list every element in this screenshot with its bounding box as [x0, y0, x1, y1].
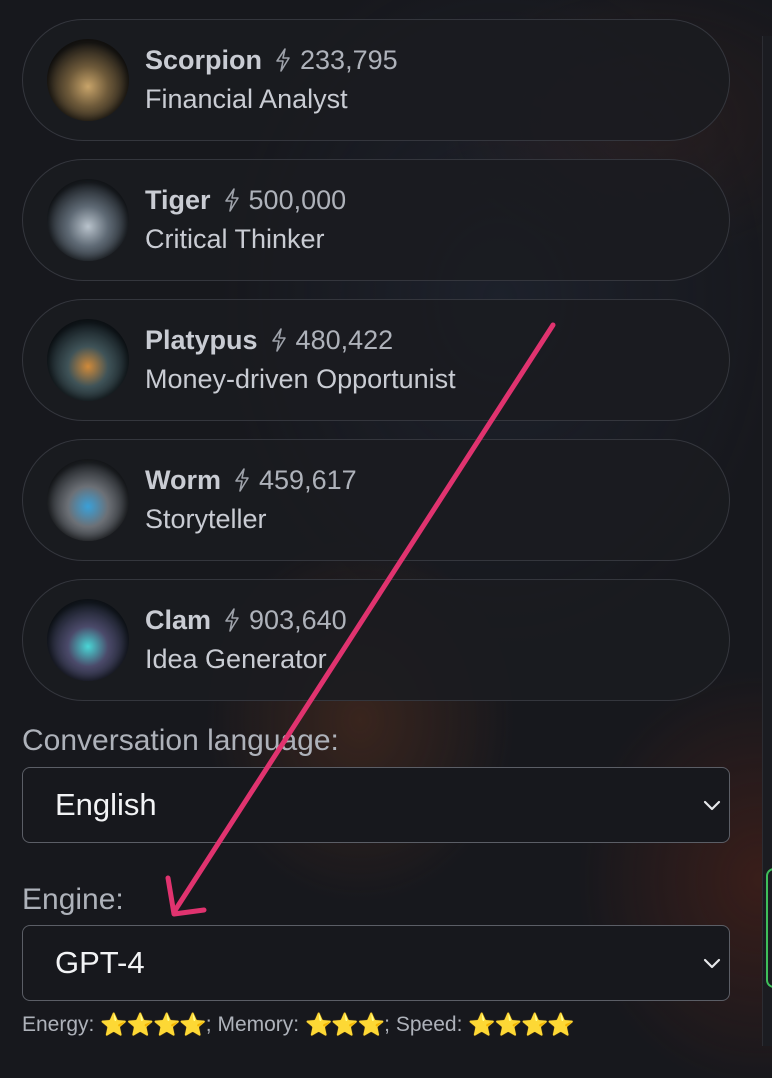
agent-name: Scorpion — [145, 45, 263, 75]
chevron-down-icon — [703, 958, 721, 969]
lightning-bolt-icon — [224, 188, 239, 212]
engine-select[interactable]: GPT-4 — [22, 925, 730, 1001]
agent-energy: 903,640 — [249, 605, 347, 635]
memory-stars: ⭐⭐⭐ — [304, 1012, 385, 1037]
agent-energy: 233,795 — [300, 45, 398, 75]
agent-name: Tiger — [145, 185, 211, 215]
agent-card-tiger[interactable]: Tiger 500,000 Critical Thinker — [22, 159, 730, 281]
engine-stats: Energy: ⭐⭐⭐⭐ ; Memory: ⭐⭐⭐ ; Speed: ⭐⭐⭐⭐ — [22, 1012, 575, 1038]
agent-energy: 459,617 — [259, 465, 357, 495]
speed-stat-label: ; Speed: — [384, 1013, 469, 1036]
agent-energy: 480,422 — [295, 325, 394, 355]
energy-stat-label: Energy: — [22, 1013, 101, 1036]
agent-role: Money-driven Opportunist — [145, 364, 456, 394]
language-label: Conversation language: — [22, 724, 339, 757]
agent-avatar — [47, 179, 129, 261]
engine-selected-value: GPT-4 — [55, 945, 145, 980]
memory-stat-label: ; Memory: — [205, 1013, 305, 1036]
agent-role: Critical Thinker — [145, 224, 325, 254]
lightning-bolt-icon — [235, 468, 249, 492]
agent-role: Idea Generator — [145, 644, 327, 674]
right-edge-highlight — [766, 868, 772, 988]
agent-role: Storyteller — [145, 504, 267, 534]
agent-energy: 500,000 — [248, 185, 347, 215]
language-selected-value: English — [55, 787, 157, 822]
agent-card-worm[interactable]: Worm 459,617 Storyteller — [22, 439, 730, 561]
energy-stars: ⭐⭐⭐⭐ — [100, 1012, 207, 1037]
agent-role: Financial Analyst — [145, 84, 348, 114]
annotation-arrow-head — [165, 875, 207, 917]
agent-avatar — [47, 39, 129, 121]
agent-avatar — [47, 319, 129, 401]
language-select[interactable]: English — [22, 767, 730, 843]
lightning-bolt-icon — [276, 48, 290, 72]
agent-card-platypus[interactable]: Platypus 480,422 Money-driven Opportunis… — [22, 299, 730, 421]
agent-card-scorpion[interactable]: Scorpion 233,795 Financial Analyst — [22, 19, 730, 141]
agent-card-clam[interactable]: Clam 903,640 Idea Generator — [22, 579, 730, 701]
chevron-down-icon — [703, 800, 721, 811]
agent-name: Platypus — [145, 325, 258, 355]
agent-name: Worm — [145, 465, 222, 495]
engine-label: Engine: — [22, 883, 124, 916]
agent-list: Scorpion 233,795 Financial Analyst Tiger… — [22, 19, 730, 719]
agent-avatar — [47, 599, 129, 681]
speed-stars: ⭐⭐⭐⭐ — [468, 1012, 575, 1037]
lightning-bolt-icon — [225, 608, 239, 632]
agent-avatar — [47, 459, 129, 541]
lightning-bolt-icon — [271, 328, 286, 352]
agent-name: Clam — [145, 605, 212, 635]
